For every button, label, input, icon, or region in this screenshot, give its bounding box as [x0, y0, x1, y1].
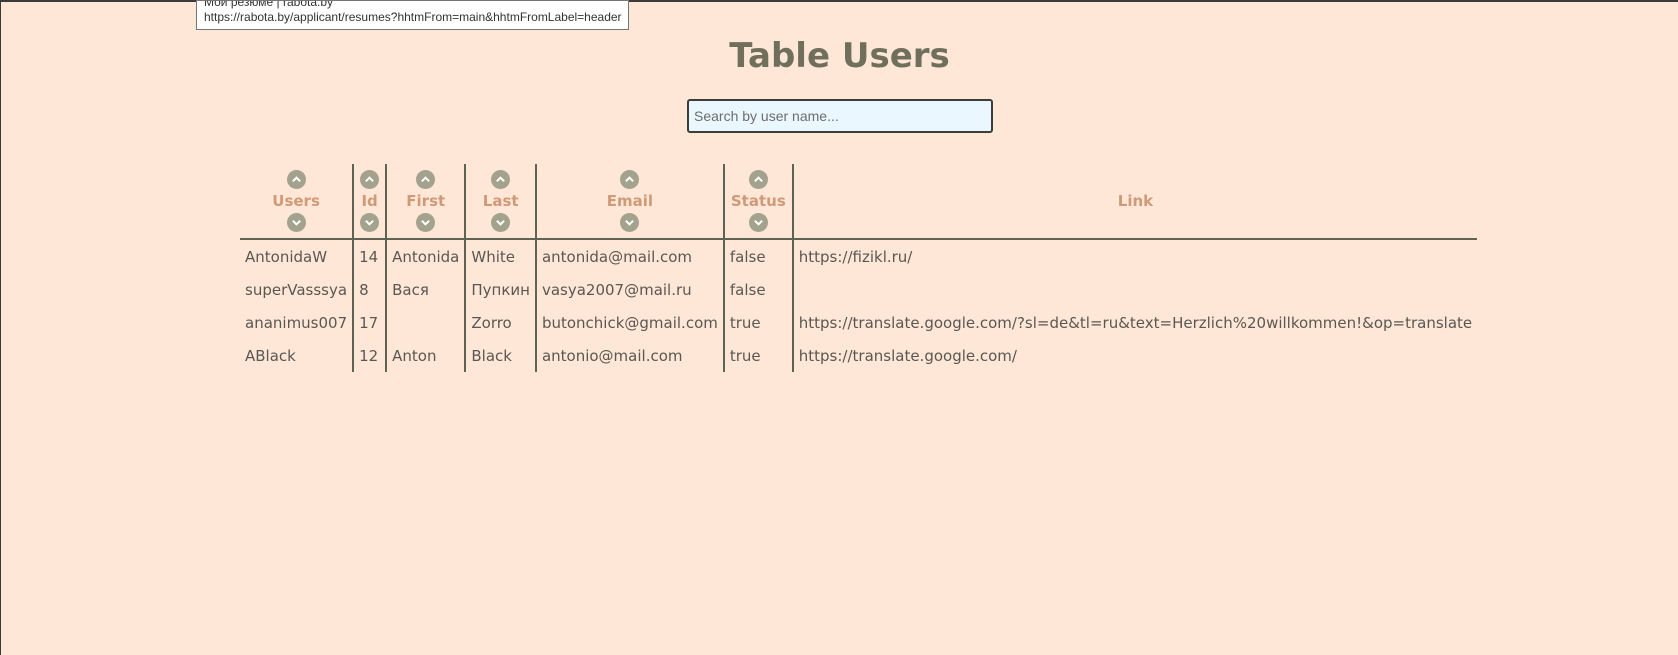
table-row: ananimus007 17 Zorro butonchick@gmail.co… — [240, 306, 1478, 339]
cell-first — [385, 306, 466, 339]
column-label: Status — [730, 192, 786, 210]
cell-user: superVasssya — [245, 280, 348, 299]
sort-asc-users-button[interactable] — [286, 170, 306, 189]
cell-link: https://translate.google.com/?sl=de&tl=r… — [791, 306, 1478, 339]
chevron-down-icon — [365, 219, 375, 226]
column-label: Email — [606, 192, 654, 210]
cell-email: antonio@mail.com — [534, 339, 724, 372]
chevron-down-icon — [496, 219, 506, 226]
sort-desc-first-button[interactable] — [416, 213, 436, 232]
sort-desc-id-button[interactable] — [360, 213, 380, 232]
cell-email: antonida@mail.com — [534, 239, 724, 273]
column-header-last: Last — [464, 164, 536, 240]
cell-link: https://translate.google.com/ — [791, 339, 1478, 372]
cell-user: ananimus007 — [245, 313, 348, 332]
cell-last: White — [464, 239, 536, 273]
users-table: Users Id First Last Email Status Link An… — [240, 164, 1478, 372]
column-header-first: First — [385, 164, 466, 240]
sort-asc-id-button[interactable] — [360, 170, 380, 189]
table-header-row: Users Id First Last Email Status Link — [240, 164, 1478, 240]
cell-status: true — [722, 306, 793, 339]
cell-first: Вася — [385, 273, 466, 306]
browser-link-tooltip: Мои резюме | rabota.by https://rabota.by… — [196, 0, 629, 30]
chevron-up-icon — [753, 176, 763, 183]
cell-status: false — [722, 273, 793, 306]
chevron-up-icon — [421, 176, 431, 183]
tooltip-title: Мои резюме | rabota.by — [204, 0, 334, 9]
cell-last: Black — [464, 339, 536, 372]
cell-id: 8 — [352, 273, 387, 306]
cell-link — [791, 273, 1478, 306]
cell-id: 14 — [352, 239, 387, 273]
column-header-id: Id — [352, 164, 387, 240]
sort-desc-status-button[interactable] — [748, 213, 768, 232]
cell-first: Antonida — [385, 239, 466, 273]
cell-first: Anton — [385, 339, 466, 372]
column-header-status: Status — [722, 164, 793, 240]
sort-desc-email-button[interactable] — [620, 213, 640, 232]
column-header-users: Users — [240, 164, 354, 240]
chevron-down-icon — [753, 219, 763, 226]
cell-id: 17 — [352, 306, 387, 339]
table-row: superVasssya 8 Вася Пупкин vasya2007@mai… — [240, 273, 1478, 306]
chevron-down-icon — [421, 219, 431, 226]
column-label: Last — [482, 192, 519, 210]
sort-asc-email-button[interactable] — [620, 170, 640, 189]
cell-email: butonchick@gmail.com — [534, 306, 724, 339]
column-label: Id — [361, 192, 378, 210]
chevron-down-icon — [291, 219, 301, 226]
column-label: Users — [272, 192, 320, 210]
cell-user: AntonidaW — [245, 247, 328, 266]
cell-last: Zorro — [464, 306, 536, 339]
column-header-link: Link — [791, 164, 1478, 240]
chevron-up-icon — [625, 176, 635, 183]
cell-id: 12 — [352, 339, 387, 372]
table-row: AntonidaW 14 Antonida White antonida@mai… — [240, 239, 1478, 273]
chevron-up-icon — [496, 176, 506, 183]
column-label: Link — [1117, 192, 1154, 210]
sort-asc-first-button[interactable] — [416, 170, 436, 189]
chevron-up-icon — [365, 176, 375, 183]
cell-last: Пупкин — [464, 273, 536, 306]
cell-user: ABlack — [245, 346, 296, 365]
column-header-email: Email — [534, 164, 724, 240]
cell-status: false — [722, 239, 793, 273]
sort-desc-users-button[interactable] — [286, 213, 306, 232]
chevron-down-icon — [625, 219, 635, 226]
column-label: First — [406, 192, 446, 210]
sort-asc-status-button[interactable] — [748, 170, 768, 189]
page-title: Table Users — [729, 36, 950, 76]
sort-desc-last-button[interactable] — [491, 213, 511, 232]
sort-asc-last-button[interactable] — [491, 170, 511, 189]
table-row: ABlack 12 Anton Black antonio@mail.com t… — [240, 339, 1478, 372]
search-input[interactable] — [687, 99, 993, 133]
cell-email: vasya2007@mail.ru — [534, 273, 724, 306]
cell-status: true — [722, 339, 793, 372]
chevron-up-icon — [291, 176, 301, 183]
cell-link: https://fizikl.ru/ — [791, 239, 1478, 273]
tooltip-url: https://rabota.by/applicant/resumes?hhtm… — [204, 10, 622, 24]
